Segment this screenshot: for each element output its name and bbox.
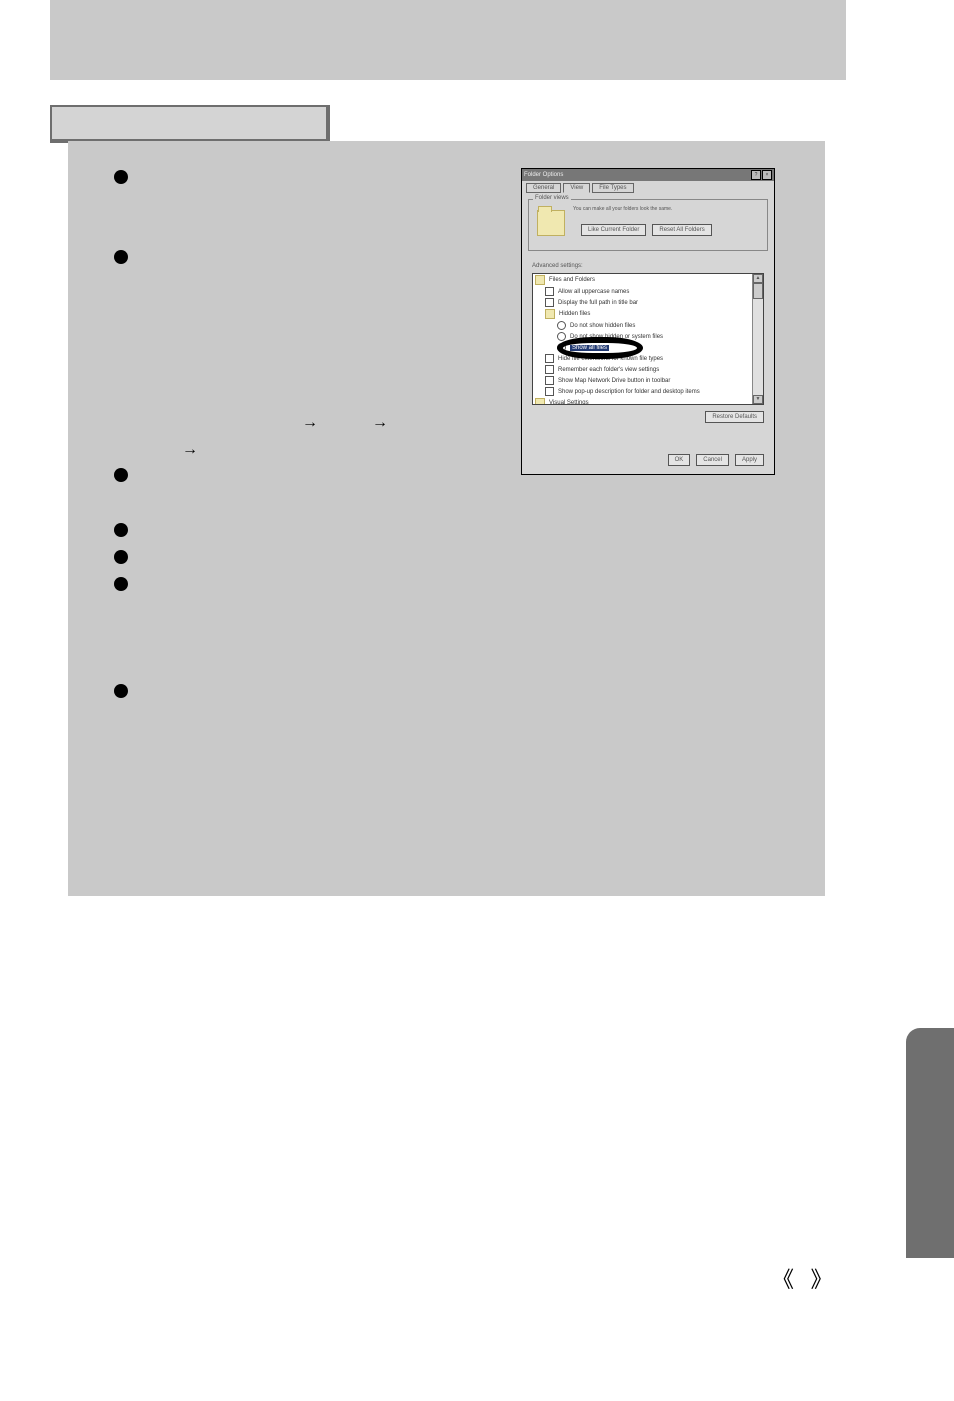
bullet-icon — [114, 577, 128, 591]
arrow-icon: → — [302, 414, 318, 432]
scroll-thumb[interactable] — [753, 283, 763, 299]
advanced-settings-list: Files and Folders Allow all uppercase na… — [532, 273, 764, 405]
folder-icon — [537, 210, 565, 236]
page-number-mark: 《 》 — [772, 1262, 833, 1294]
scroll-up-button[interactable]: ▲ — [753, 274, 763, 283]
opt-netdrive[interactable]: Show Map Network Drive button in toolbar — [533, 375, 763, 386]
bullet-icon — [114, 523, 128, 537]
opt-label: Allow all uppercase names — [558, 289, 629, 295]
opt-label: Remember each folder's view settings — [558, 367, 659, 373]
ok-button[interactable]: OK — [668, 454, 691, 466]
section-tab — [50, 105, 330, 143]
folder-views-label: Folder views — [533, 195, 571, 201]
dialog-titlebar: Folder Options ? × — [522, 169, 774, 181]
opt-uppercase[interactable]: Allow all uppercase names — [533, 286, 763, 297]
arrow-icon: → — [372, 414, 388, 432]
tree-label: Visual Settings — [549, 400, 589, 405]
opt-label: Show Map Network Drive button in toolbar — [558, 378, 670, 384]
folder-views-hint: You can make all your folders look the s… — [573, 206, 672, 212]
section-tab-inner — [52, 107, 326, 139]
apply-button[interactable]: Apply — [735, 454, 764, 466]
tree-node-files: Files and Folders — [533, 274, 763, 286]
tree-node-hidden: Hidden files — [533, 308, 763, 320]
restore-defaults-button[interactable]: Restore Defaults — [705, 411, 764, 423]
scroll-down-button[interactable]: ▼ — [753, 395, 763, 404]
bracket-left: 《 — [772, 1267, 794, 1292]
folder-options-dialog: Folder Options ? × General View File Typ… — [521, 168, 775, 475]
reset-all-folders-button[interactable]: Reset All Folders — [652, 224, 711, 236]
dialog-tabs: General View File Types — [526, 183, 634, 193]
opt-popup[interactable]: Show pop-up description for folder and d… — [533, 386, 763, 397]
bullet-icon — [114, 550, 128, 564]
close-button[interactable]: × — [762, 170, 772, 180]
folder-views-frame: Folder views You can make all your folde… — [528, 199, 768, 251]
highlight-circle — [557, 337, 643, 359]
like-current-folder-button[interactable]: Like Current Folder — [581, 224, 646, 236]
tree-label: Hidden files — [559, 311, 590, 317]
tree-node-visual: Visual Settings — [533, 397, 763, 405]
opt-fullpath[interactable]: Display the full path in title bar — [533, 297, 763, 308]
opt-label: Show pop-up description for folder and d… — [558, 389, 700, 395]
cancel-button[interactable]: Cancel — [696, 454, 729, 466]
opt-donot-show-hidden[interactable]: Do not show hidden files — [533, 320, 763, 331]
dialog-title: Folder Options — [524, 172, 563, 178]
tab-view[interactable]: View — [563, 183, 590, 193]
tab-filetypes[interactable]: File Types — [592, 183, 633, 193]
header-band — [50, 0, 846, 80]
side-tab — [906, 1028, 954, 1258]
advanced-settings-label: Advanced settings: — [532, 263, 583, 269]
bullet-icon — [114, 170, 128, 184]
opt-label: Do not show hidden files — [570, 323, 635, 329]
bullet-icon — [114, 684, 128, 698]
titlebar-controls: ? × — [751, 170, 772, 180]
help-button[interactable]: ? — [751, 170, 761, 180]
opt-label: Display the full path in title bar — [558, 300, 638, 306]
listbox-scrollbar[interactable]: ▲ ▼ — [752, 274, 763, 404]
bullet-icon — [114, 468, 128, 482]
bracket-right: 》 — [811, 1267, 833, 1292]
tree-label: Files and Folders — [549, 277, 595, 283]
bullet-icon — [114, 250, 128, 264]
arrow-icon: → — [182, 441, 198, 459]
tab-general[interactable]: General — [526, 183, 561, 193]
opt-remember[interactable]: Remember each folder's view settings — [533, 364, 763, 375]
